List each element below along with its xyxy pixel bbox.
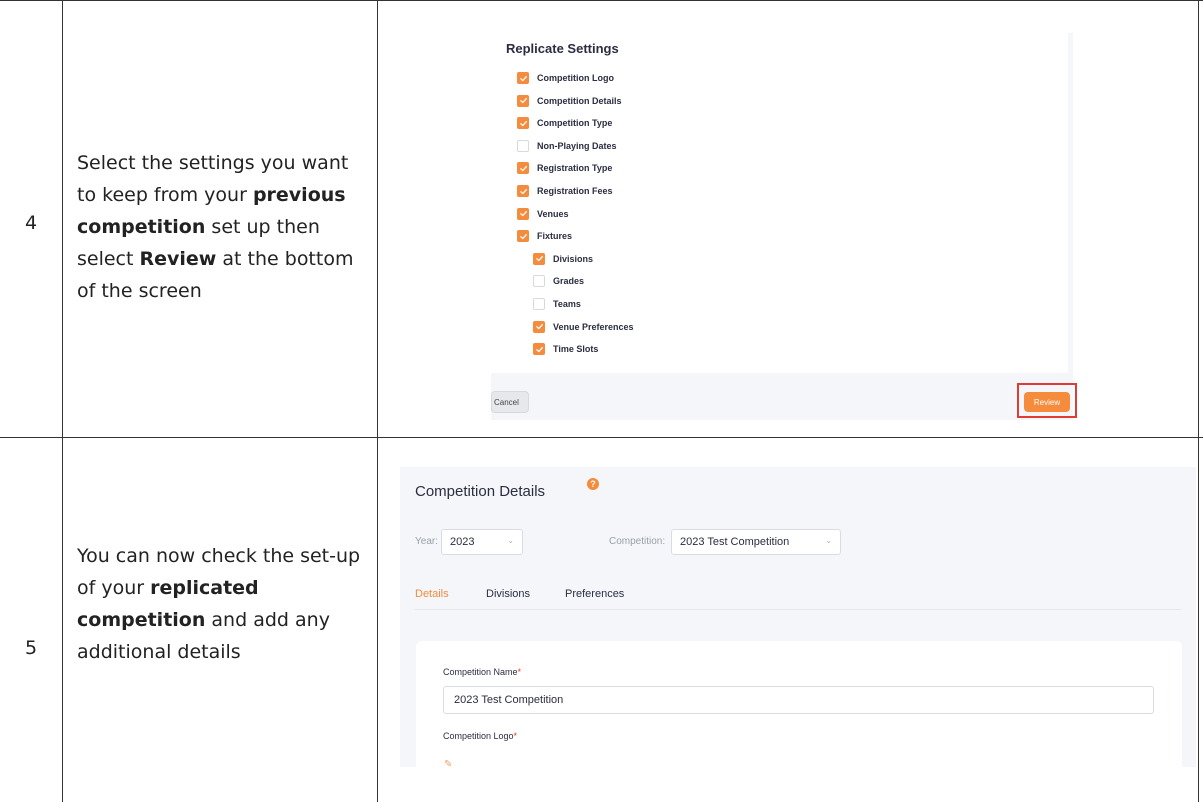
checkbox-unchecked[interactable] (533, 275, 545, 288)
checkbox-checked[interactable] (517, 162, 529, 175)
step-number: 5 (24, 637, 38, 659)
checkbox-unchecked[interactable] (517, 139, 529, 152)
settings-option-label: Competition Type (537, 118, 613, 129)
check-icon (519, 75, 527, 81)
settings-option-label: Time Slots (553, 344, 599, 355)
year-label: Year: (415, 536, 438, 547)
settings-option-label: Registration Type (537, 163, 613, 174)
competition-logo-label: Competition Logo* (443, 731, 517, 741)
checkbox-checked[interactable] (517, 117, 529, 130)
competition-details-title: Competition Details (415, 483, 546, 500)
settings-option[interactable]: Competition Type (517, 116, 612, 130)
settings-option-label: Venues (537, 208, 569, 219)
table-divider (0, 437, 1203, 438)
settings-option[interactable]: Venues (517, 207, 569, 221)
settings-option-label: Competition Logo (537, 73, 614, 83)
check-icon (519, 165, 527, 172)
edit-logo-icon[interactable]: ✎ (444, 759, 452, 767)
year-select[interactable]: 2023 ⌄ (441, 529, 523, 555)
competition-label: Competition: (609, 536, 666, 547)
replicate-settings-title: Replicate Settings (506, 41, 619, 56)
check-icon (519, 233, 527, 239)
instruction-bold: Review (139, 248, 217, 270)
settings-option[interactable]: Time Slots (533, 342, 598, 356)
step-number: 4 (24, 212, 38, 234)
year-value: 2023 (450, 536, 475, 548)
check-icon (535, 346, 543, 352)
checkbox-checked[interactable] (533, 320, 545, 333)
cancel-button[interactable]: Cancel (491, 391, 529, 413)
tab-preferences[interactable]: Preferences (565, 588, 624, 600)
settings-option[interactable]: Venue Preferences (533, 320, 634, 334)
checkbox-checked[interactable] (517, 94, 529, 107)
check-icon (519, 188, 527, 194)
settings-option[interactable]: Non-Playing Dates (517, 139, 617, 153)
settings-option[interactable]: Teams (533, 297, 581, 311)
competition-value: 2023 Test Competition (680, 536, 790, 548)
check-icon (535, 256, 543, 262)
settings-option[interactable]: Registration Fees (517, 184, 613, 198)
check-icon (519, 210, 527, 217)
checkbox-unchecked[interactable] (533, 298, 545, 310)
settings-option-label: Competition Details (537, 95, 622, 106)
competition-name-label: Competition Name* (443, 667, 521, 677)
tab-underline (415, 609, 1181, 610)
panel-edge (1068, 33, 1073, 373)
settings-option-label: Teams (553, 299, 581, 309)
checkbox-checked[interactable] (533, 343, 545, 356)
table-divider (62, 0, 63, 802)
required-mark: * (517, 667, 522, 677)
label-text: Competition Logo (443, 731, 514, 741)
settings-option[interactable]: Divisions (533, 252, 593, 266)
help-icon[interactable]: ? (587, 478, 599, 490)
settings-option-label: Registration Fees (537, 186, 613, 196)
label-text: Competition Name (443, 667, 518, 677)
settings-option-label: Grades (553, 276, 585, 287)
settings-option-label: Venue Preferences (553, 321, 634, 332)
settings-option-label: Fixtures (537, 231, 573, 242)
check-icon (519, 97, 527, 104)
checkbox-checked[interactable] (517, 230, 529, 243)
settings-option[interactable]: Fixtures (517, 229, 572, 243)
settings-footer (491, 373, 1073, 420)
tab-details[interactable]: Details (415, 588, 449, 600)
chevron-down-icon: ⌄ (825, 536, 832, 545)
table-divider (0, 0, 1203, 1)
settings-option-label: Non-Playing Dates (537, 140, 617, 151)
checkbox-checked[interactable] (517, 185, 529, 197)
chevron-down-icon: ⌄ (507, 536, 514, 545)
tab-divisions[interactable]: Divisions (486, 588, 530, 600)
competition-details-screenshot: Competition Details ? Year: 2023 ⌄ Compe… (400, 467, 1196, 767)
settings-option-label: Divisions (553, 253, 594, 264)
settings-option[interactable]: Registration Type (517, 161, 612, 175)
checkbox-checked[interactable] (517, 72, 529, 84)
settings-option[interactable]: Competition Logo (517, 71, 614, 85)
settings-option[interactable]: Competition Details (517, 94, 622, 108)
table-divider (1198, 0, 1199, 802)
checkbox-checked[interactable] (517, 207, 529, 220)
check-icon (535, 323, 543, 330)
step-instruction: You can now check the set-up of your rep… (77, 540, 372, 668)
table-divider (377, 0, 378, 802)
competition-select[interactable]: 2023 Test Competition ⌄ (671, 529, 841, 555)
check-icon (519, 120, 527, 126)
checkbox-checked[interactable] (533, 252, 545, 265)
step-instruction: Select the settings you want to keep fro… (77, 147, 372, 307)
review-button[interactable]: Review (1024, 392, 1070, 412)
settings-option[interactable]: Grades (533, 274, 584, 288)
required-mark: * (513, 731, 518, 741)
replicate-settings-screenshot: Replicate Settings Competition Logo Compe… (491, 33, 1081, 420)
competition-name-input[interactable]: 2023 Test Competition (443, 686, 1154, 714)
